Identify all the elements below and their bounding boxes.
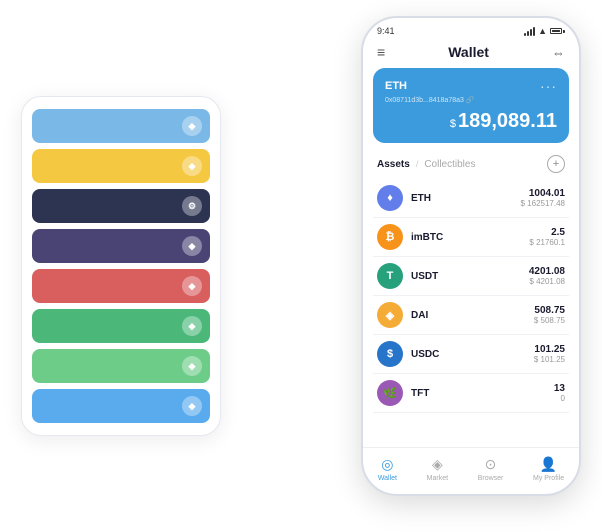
asset-info-usdt: USDT <box>411 271 521 282</box>
asset-name: TFT <box>411 388 546 399</box>
eth-address: 0x08711d3b...8418a78a3 🔗 <box>385 96 557 104</box>
asset-usd: 0 <box>554 394 565 403</box>
asset-amount: 1004.01 <box>521 188 566 199</box>
nav-item-my-profile[interactable]: 👤 My Profile <box>533 456 564 482</box>
card-item[interactable]: ◆ <box>32 229 210 263</box>
battery-icon <box>550 28 565 34</box>
asset-name: USDT <box>411 271 521 282</box>
card-icon: ◆ <box>182 396 202 416</box>
tab-divider: / <box>416 159 419 169</box>
nav-item-market[interactable]: ◈ Market <box>427 456 448 482</box>
asset-values: 2.5$ 21760.1 <box>529 227 565 247</box>
expand-icon[interactable]: ⇔ <box>552 45 565 60</box>
asset-icon-usdt: T <box>377 263 403 289</box>
nav-item-wallet[interactable]: ◎ Wallet <box>378 456 397 482</box>
asset-name: DAI <box>411 310 526 321</box>
asset-list: ♦ ETH 1004.01$ 162517.48 ₿ imBTC 2.5$ 21760.1… <box>363 179 579 447</box>
nav-label: Browser <box>478 475 504 482</box>
card-icon: ◆ <box>182 276 202 296</box>
status-icons: ▲ <box>524 26 565 36</box>
card-icon: ⚙ <box>182 196 202 216</box>
eth-balance: $189,089.11 <box>385 110 557 133</box>
nav-icon: ⊙ <box>485 456 497 473</box>
card-icon: ◆ <box>182 116 202 136</box>
asset-row[interactable]: ◈ DAI 508.75$ 508.75 <box>373 296 569 335</box>
tab-assets[interactable]: Assets <box>377 159 410 170</box>
bottom-nav: ◎ Wallet ◈ Market ⊙ Browser 👤 My Profile <box>363 447 579 494</box>
asset-icon-eth: ♦ <box>377 185 403 211</box>
card-icon: ◆ <box>182 316 202 336</box>
tab-collectibles[interactable]: Collectibles <box>424 159 475 170</box>
time-display: 9:41 <box>377 26 395 36</box>
asset-values: 4201.08$ 4201.08 <box>529 266 565 286</box>
asset-values: 101.25$ 101.25 <box>534 344 565 364</box>
asset-amount: 2.5 <box>529 227 565 238</box>
card-item[interactable]: ◆ <box>32 149 210 183</box>
asset-icon-dai: ◈ <box>377 302 403 328</box>
card-item[interactable]: ◆ <box>32 309 210 343</box>
asset-name: ETH <box>411 193 513 204</box>
asset-amount: 508.75 <box>534 305 565 316</box>
assets-header: Assets / Collectibles + <box>363 151 579 179</box>
asset-icon-usdc: $ <box>377 341 403 367</box>
status-bar: 9:41 ▲ <box>363 18 579 40</box>
nav-label: Market <box>427 475 448 482</box>
asset-info-usdc: USDC <box>411 349 526 360</box>
asset-info-tft: TFT <box>411 388 546 399</box>
card-icon: ◆ <box>182 156 202 176</box>
asset-amount: 4201.08 <box>529 266 565 277</box>
page-title: Wallet <box>448 44 489 60</box>
card-item[interactable]: ◆ <box>32 349 210 383</box>
nav-label: Wallet <box>378 475 397 482</box>
phone-header: ≡ Wallet ⇔ <box>363 40 579 68</box>
asset-values: 1004.01$ 162517.48 <box>521 188 566 208</box>
add-asset-button[interactable]: + <box>547 155 565 173</box>
nav-icon: 👤 <box>540 456 557 473</box>
nav-label: My Profile <box>533 475 564 482</box>
phone-frame: 9:41 ▲ ≡ Wallet ⇔ <box>361 16 581 496</box>
eth-card[interactable]: ETH ··· 0x08711d3b...8418a78a3 🔗 $189,08… <box>373 68 569 143</box>
asset-name: imBTC <box>411 232 521 243</box>
asset-amount: 101.25 <box>534 344 565 355</box>
card-item[interactable]: ◆ <box>32 109 210 143</box>
asset-row[interactable]: 🌿 TFT 130 <box>373 374 569 413</box>
eth-card-header: ETH ··· <box>385 78 557 94</box>
card-item[interactable]: ⚙ <box>32 189 210 223</box>
card-stack: ◆ ◆ ⚙ ◆ ◆ ◆ ◆ ◆ <box>21 96 221 436</box>
scene: ◆ ◆ ⚙ ◆ ◆ ◆ ◆ ◆ 9:41 ▲ ≡ Wallet <box>21 16 581 516</box>
asset-icon-imbtc: ₿ <box>377 224 403 250</box>
card-item[interactable]: ◆ <box>32 389 210 423</box>
nav-icon: ◈ <box>432 456 443 473</box>
asset-row[interactable]: $ USDC 101.25$ 101.25 <box>373 335 569 374</box>
asset-amount: 13 <box>554 383 565 394</box>
eth-currency-symbol: $ <box>450 118 456 130</box>
card-item[interactable]: ◆ <box>32 269 210 303</box>
asset-row[interactable]: T USDT 4201.08$ 4201.08 <box>373 257 569 296</box>
wifi-icon: ▲ <box>538 26 547 36</box>
eth-label: ETH <box>385 80 407 92</box>
asset-usd: $ 101.25 <box>534 355 565 364</box>
asset-info-imbtc: imBTC <box>411 232 521 243</box>
card-icon: ◆ <box>182 236 202 256</box>
assets-tabs: Assets / Collectibles <box>377 159 475 170</box>
nav-item-browser[interactable]: ⊙ Browser <box>478 456 504 482</box>
eth-options[interactable]: ··· <box>540 78 557 94</box>
menu-icon[interactable]: ≡ <box>377 44 385 60</box>
asset-usd: $ 4201.08 <box>529 277 565 286</box>
asset-usd: $ 21760.1 <box>529 238 565 247</box>
asset-info-dai: DAI <box>411 310 526 321</box>
asset-usd: $ 508.75 <box>534 316 565 325</box>
asset-row[interactable]: ₿ imBTC 2.5$ 21760.1 <box>373 218 569 257</box>
asset-icon-tft: 🌿 <box>377 380 403 406</box>
asset-info-eth: ETH <box>411 193 513 204</box>
asset-values: 130 <box>554 383 565 403</box>
asset-usd: $ 162517.48 <box>521 199 566 208</box>
asset-name: USDC <box>411 349 526 360</box>
nav-icon: ◎ <box>381 456 393 473</box>
card-icon: ◆ <box>182 356 202 376</box>
signal-icon <box>524 27 535 36</box>
asset-values: 508.75$ 508.75 <box>534 305 565 325</box>
asset-row[interactable]: ♦ ETH 1004.01$ 162517.48 <box>373 179 569 218</box>
